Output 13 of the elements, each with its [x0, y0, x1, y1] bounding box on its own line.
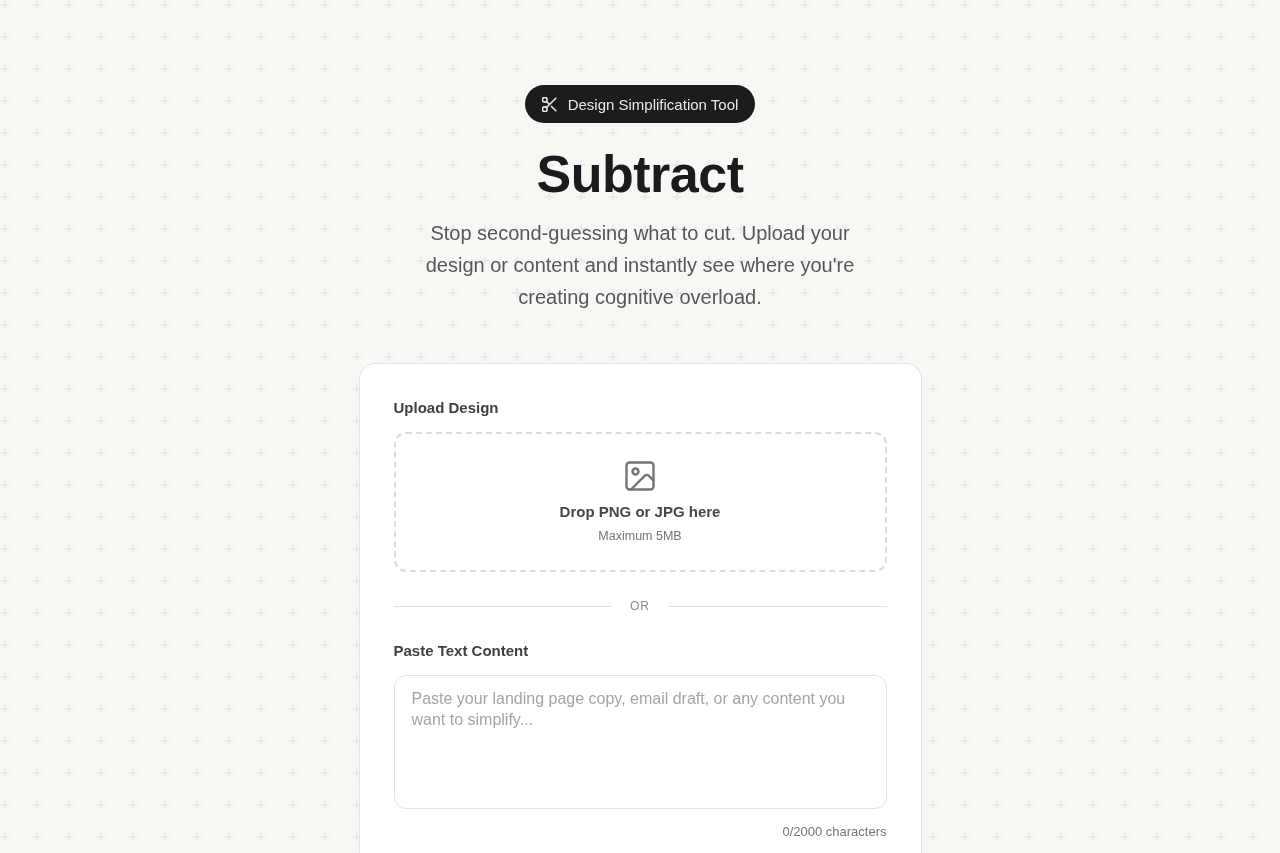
field-label: Paste Text Content [393, 641, 530, 661]
badge-text: Design Simplification Tool [567, 95, 739, 113]
text-input-field[interactable]: Paste your landing page copy, email draft, or any content you want to simplify... [393, 675, 887, 809]
field-label: Upload Design [393, 398, 500, 418]
dropzone-hint: Maximum 5MB [598, 528, 682, 544]
dropzone-title: Drop PNG or JPG here [559, 502, 721, 522]
scissors-icon [541, 96, 557, 112]
image-icon [625, 461, 655, 491]
upload-dropzone[interactable]: Drop PNG or JPG here Maximum 5MB [393, 432, 887, 572]
page-subtitle: Stop second-guessing what to cut. Upload your design or content and instantly see where you're creating cognitive overload. [424, 221, 856, 310]
divider-label: OR [630, 598, 650, 614]
character-counter: 0/2000 characters [782, 824, 887, 840]
page-title: Subtract [536, 146, 744, 202]
